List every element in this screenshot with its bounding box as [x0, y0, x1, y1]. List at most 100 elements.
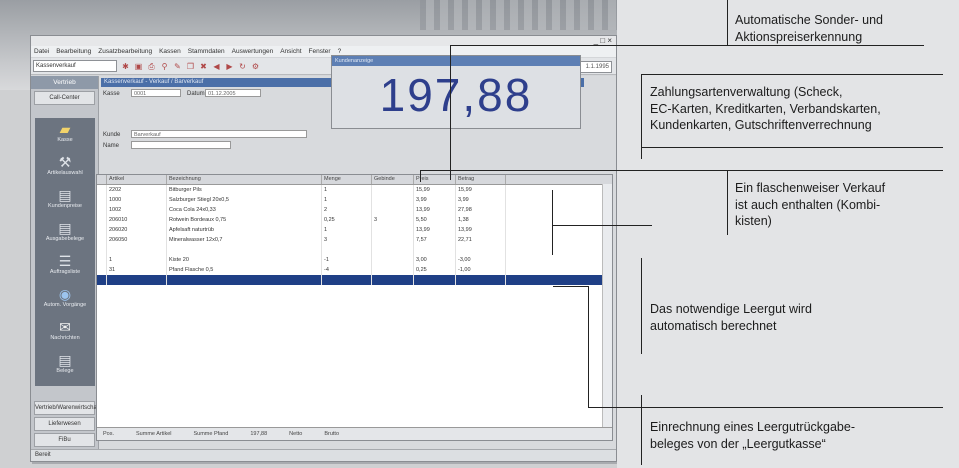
name-field[interactable]: [131, 141, 231, 149]
sidebar-item-kasse[interactable]: ▰ Kasse: [35, 118, 95, 151]
table-cell[interactable]: Bitburger Pils: [167, 185, 322, 195]
table-cell[interactable]: Mineralwasser 12x0,7: [167, 235, 322, 245]
new-icon[interactable]: ✱: [121, 62, 130, 71]
column-header[interactable]: Betrag: [456, 175, 506, 184]
sidebar-item-kundenpreise[interactable]: ▤ Kundenpreise: [35, 184, 95, 217]
table-cell[interactable]: 1: [322, 185, 372, 195]
table-cell[interactable]: [167, 245, 322, 255]
module-select[interactable]: Kassenverkauf: [33, 60, 117, 72]
table-cell[interactable]: 2: [322, 205, 372, 215]
table-row[interactable]: 1002 Coca Cola 24x0,33 2 13,99 27,98: [97, 205, 612, 215]
table-cell[interactable]: [322, 275, 372, 285]
table-cell[interactable]: -1: [322, 255, 372, 265]
table-cell[interactable]: 13,99: [414, 225, 456, 235]
settings-icon[interactable]: ⚙: [251, 62, 260, 71]
table-cell[interactable]: Coca Cola 24x0,33: [167, 205, 322, 215]
table-cell[interactable]: Salzburger Stiegl 20x0,5: [167, 195, 322, 205]
table-cell[interactable]: 7,57: [414, 235, 456, 245]
sidebar-item-auftragsliste[interactable]: ☰ Auftragsliste: [35, 250, 95, 283]
table-cell[interactable]: 206010: [107, 215, 167, 225]
menu-item-datei[interactable]: Datei: [34, 48, 49, 55]
table-cell[interactable]: 1: [107, 255, 167, 265]
sidebar-item-autom-vorgaenge[interactable]: ◉ Autom. Vorgänge: [35, 283, 95, 316]
copy-icon[interactable]: ❐: [186, 62, 195, 71]
table-cell[interactable]: 206050: [107, 235, 167, 245]
table-cell[interactable]: [456, 275, 506, 285]
table-cell[interactable]: 0,25: [322, 215, 372, 225]
save-icon[interactable]: ▣: [134, 62, 143, 71]
table-cell[interactable]: Pfand Flasche 0,5: [167, 265, 322, 275]
table-cell[interactable]: [167, 275, 322, 285]
sidebar-item-belege[interactable]: ▤ Belege: [35, 349, 95, 382]
table-cell[interactable]: [372, 205, 414, 215]
table-cell[interactable]: 3,99: [414, 195, 456, 205]
table-cell[interactable]: 0,25: [414, 265, 456, 275]
table-cell[interactable]: [372, 195, 414, 205]
menu-item-kassen[interactable]: Kassen: [159, 48, 181, 55]
table-cell[interactable]: Apfelsaft naturtrüb: [167, 225, 322, 235]
table-row[interactable]: [97, 245, 612, 255]
search-icon[interactable]: ⚲: [160, 62, 169, 71]
table-cell[interactable]: 13,99: [456, 225, 506, 235]
table-cell[interactable]: [372, 185, 414, 195]
table-cell[interactable]: 15,99: [414, 185, 456, 195]
forward-icon[interactable]: ▶: [225, 62, 234, 71]
table-cell[interactable]: [372, 275, 414, 285]
table-cell[interactable]: [372, 265, 414, 275]
sidebar-button-warenwirtschaft[interactable]: Vertrieb/Warenwirtschaft: [34, 401, 100, 415]
table-cell[interactable]: -3,00: [456, 255, 506, 265]
table-cell[interactable]: 13,99: [414, 205, 456, 215]
table-cell[interactable]: 1000: [107, 195, 167, 205]
table-cell[interactable]: -4: [322, 265, 372, 275]
menu-item-ansicht[interactable]: Ansicht: [280, 48, 301, 55]
sidebar-button-fibu[interactable]: FiBu: [34, 433, 95, 447]
sidebar-item-artikelauswahl[interactable]: ⚒ Artikelauswahl: [35, 151, 95, 184]
table-row[interactable]: [97, 275, 612, 285]
menu-item-auswertungen[interactable]: Auswertungen: [232, 48, 274, 55]
table-cell[interactable]: 15,99: [456, 185, 506, 195]
table-cell[interactable]: Rotwein Bordeaux 0,75: [167, 215, 322, 225]
table-cell[interactable]: [322, 245, 372, 255]
kasse-field[interactable]: 0001: [131, 89, 181, 97]
edit-icon[interactable]: ✎: [173, 62, 182, 71]
table-row[interactable]: 206050 Mineralwasser 12x0,7 3 7,57 22,71: [97, 235, 612, 245]
table-cell[interactable]: 3: [322, 235, 372, 245]
table-cell[interactable]: [372, 225, 414, 235]
menu-item-help[interactable]: ?: [338, 48, 342, 55]
table-cell[interactable]: 22,71: [456, 235, 506, 245]
sidebar-item-ausgabebelege[interactable]: ▤ Ausgabebelege: [35, 217, 95, 250]
table-cell[interactable]: 206020: [107, 225, 167, 235]
window-controls[interactable]: _ □ ×: [594, 36, 612, 45]
table-cell[interactable]: 5,50: [414, 215, 456, 225]
column-header[interactable]: Bezeichnung: [167, 175, 322, 184]
table-cell[interactable]: 3: [372, 215, 414, 225]
table-cell[interactable]: 1002: [107, 205, 167, 215]
table-row[interactable]: 206020 Apfelsaft naturtrüb 1 13,99 13,99: [97, 225, 612, 235]
table-cell[interactable]: 3,00: [414, 255, 456, 265]
sidebar-item-nachrichten[interactable]: ✉ Nachrichten: [35, 316, 95, 349]
table-cell[interactable]: 1,38: [456, 215, 506, 225]
menu-item-bearbeitung[interactable]: Bearbeitung: [56, 48, 91, 55]
table-row[interactable]: 1000 Salzburger Stiegl 20x0,5 1 3,99 3,99: [97, 195, 612, 205]
table-row[interactable]: 206010 Rotwein Bordeaux 0,75 0,25 3 5,50 1,38: [97, 215, 612, 225]
table-row[interactable]: 2202 Bitburger Pils 1 15,99 15,99: [97, 185, 612, 195]
table-cell[interactable]: 27,98: [456, 205, 506, 215]
table-row[interactable]: 1 Kiste 20 -1 3,00 -3,00: [97, 255, 612, 265]
table-cell[interactable]: 31: [107, 265, 167, 275]
table-cell[interactable]: [372, 245, 414, 255]
table-cell[interactable]: 2202: [107, 185, 167, 195]
menu-item-fenster[interactable]: Fenster: [309, 48, 331, 55]
table-cell[interactable]: [107, 275, 167, 285]
vertical-scrollbar[interactable]: [602, 184, 612, 428]
table-cell[interactable]: [414, 275, 456, 285]
sidebar-button-call-center[interactable]: Call-Center: [34, 91, 95, 105]
table-cell[interactable]: 3,99: [456, 195, 506, 205]
back-icon[interactable]: ◀: [212, 62, 221, 71]
table-cell[interactable]: [107, 245, 167, 255]
refresh-icon[interactable]: ↻: [238, 62, 247, 71]
table-cell[interactable]: [456, 245, 506, 255]
sidebar-button-lieferwesen[interactable]: Lieferwesen: [34, 417, 95, 431]
table-cell[interactable]: -1,00: [456, 265, 506, 275]
column-header[interactable]: Artikel: [107, 175, 167, 184]
table-cell[interactable]: [372, 235, 414, 245]
